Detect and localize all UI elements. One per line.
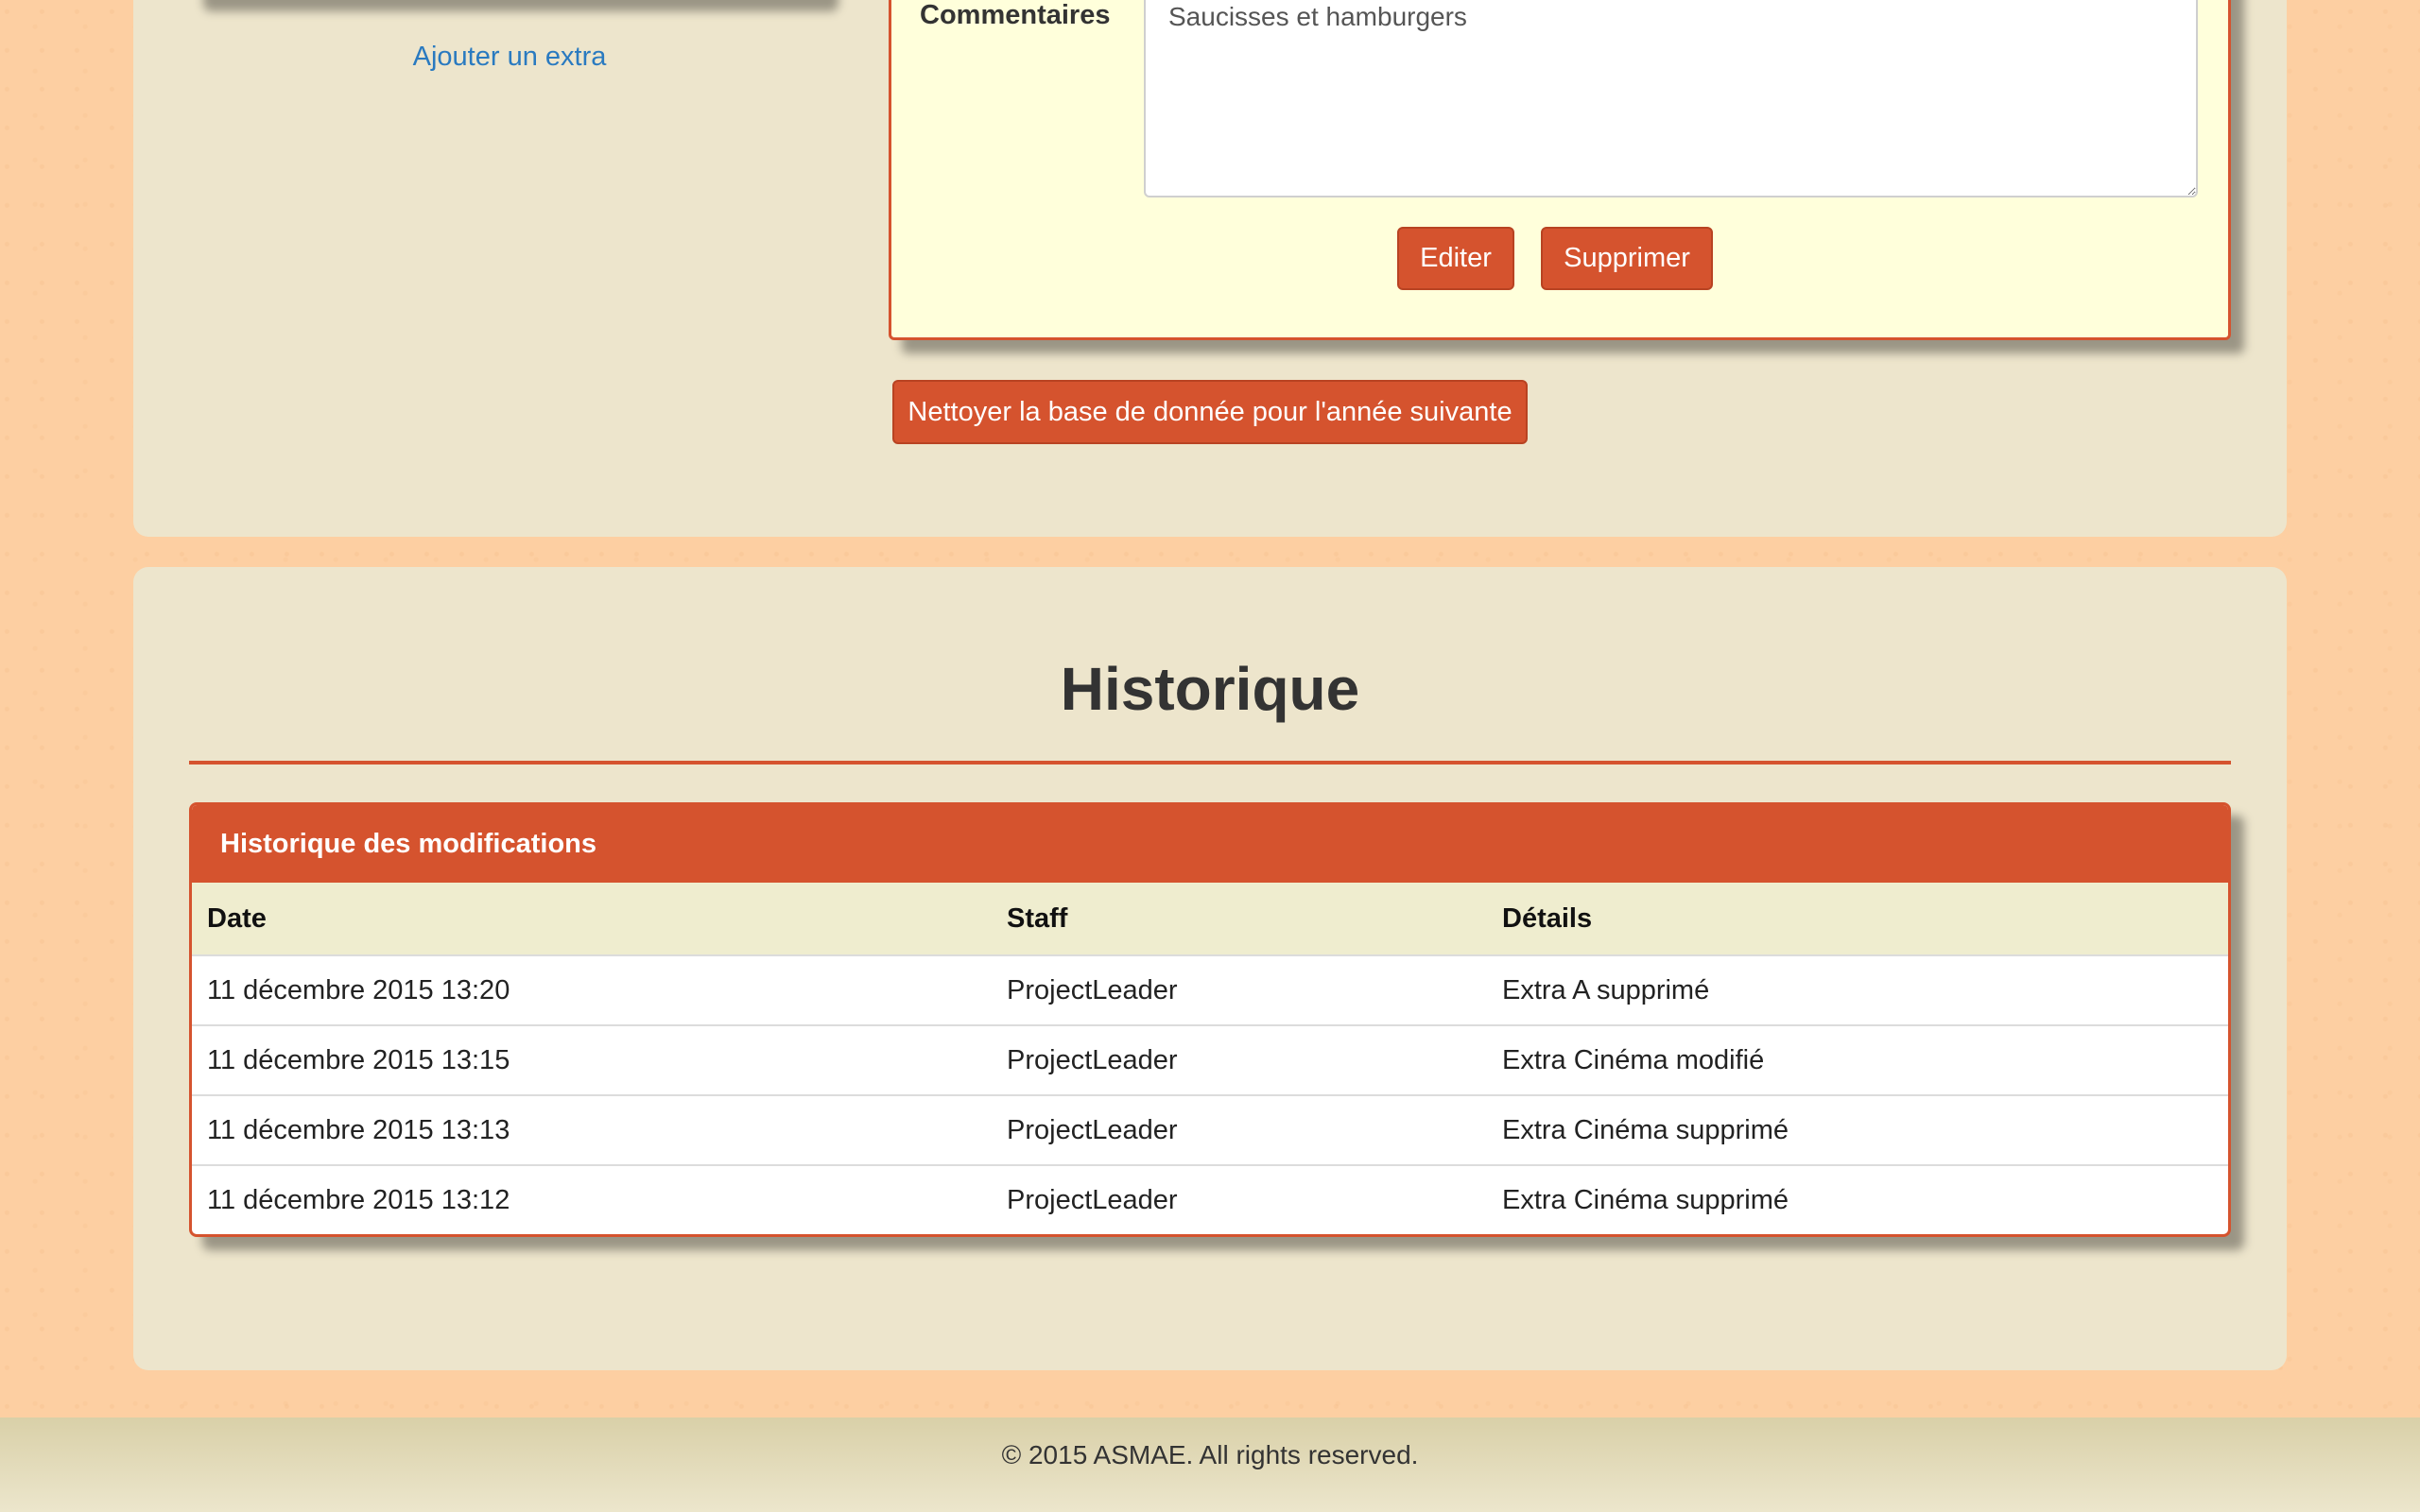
history-panel: Historique des modifications Date Staff …: [189, 802, 2231, 1237]
history-panel-heading: Historique des modifications: [192, 805, 2228, 883]
column-header-date: Date: [192, 883, 992, 956]
edit-button[interactable]: Editer: [1397, 227, 1514, 290]
clean-database-button[interactable]: Nettoyer la base de donnée pour l'année …: [892, 380, 1528, 444]
cell-details: Extra Cinéma modifié: [1487, 1025, 2228, 1096]
column-header-details: Détails: [1487, 883, 2228, 956]
add-extra-link[interactable]: Ajouter un extra: [192, 42, 827, 73]
table-row: 11 décembre 2015 13:20 ProjectLeader Ext…: [192, 955, 2228, 1026]
cell-details: Extra A supprimé: [1487, 955, 2228, 1026]
cell-date: 11 décembre 2015 13:12: [207, 1184, 510, 1215]
cell-staff: ProjectLeader: [992, 1025, 1487, 1096]
table-row: 11 décembre 2015 13:13 ProjectLeader Ext…: [192, 1095, 2228, 1166]
copyright-text: © 2015 ASMAE. All rights reserved.: [1001, 1440, 1419, 1469]
history-table: Date Staff Détails 11 décembre 2015 13:2…: [192, 883, 2228, 1234]
table-header-row: Date Staff Détails: [192, 883, 2228, 956]
comments-label: Commentaires: [920, 0, 1111, 30]
table-row: 11 décembre 2015 13:12 ProjectLeader Ext…: [192, 1165, 2228, 1234]
title-divider: [189, 761, 2231, 765]
cell-details: Extra Cinéma supprimé: [1502, 1184, 1789, 1215]
cell-staff: ProjectLeader: [1007, 1184, 1178, 1215]
cell-staff: ProjectLeader: [992, 955, 1487, 1026]
cell-date: 11 décembre 2015 13:13: [192, 1095, 992, 1166]
cell-staff: ProjectLeader: [992, 1095, 1487, 1166]
table-row: 11 décembre 2015 13:15 ProjectLeader Ext…: [192, 1025, 2228, 1096]
cell-details: Extra Cinéma supprimé: [1487, 1095, 2228, 1166]
comments-textarea[interactable]: Saucisses et hamburgers: [1144, 0, 2198, 198]
cell-date: 11 décembre 2015 13:20: [192, 955, 992, 1026]
column-header-staff: Staff: [992, 883, 1487, 956]
delete-button[interactable]: Supprimer: [1541, 227, 1713, 290]
history-title: Historique: [1060, 655, 1360, 723]
footer: © 2015 ASMAE. All rights reserved.: [0, 1418, 2420, 1512]
cell-date: 11 décembre 2015 13:15: [192, 1025, 992, 1096]
